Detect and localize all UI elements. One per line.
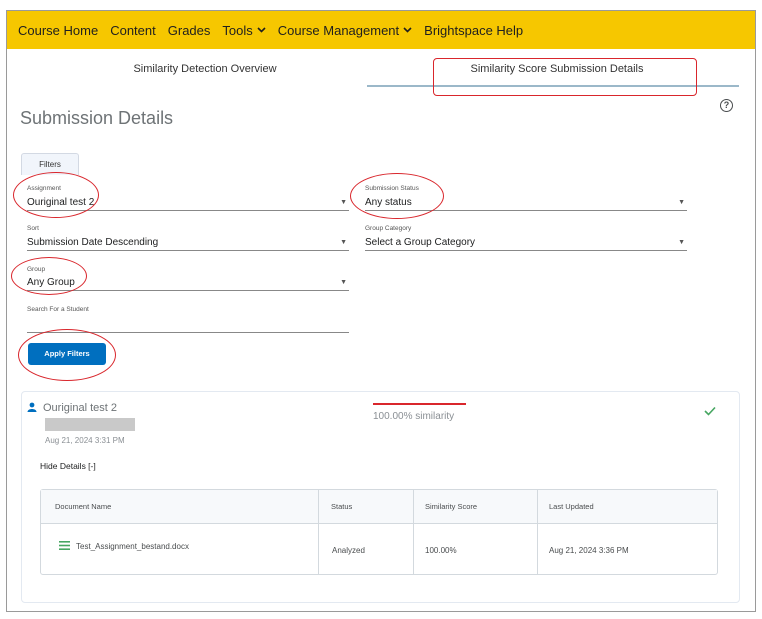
similarity-percentage: 100.00% similarity bbox=[373, 411, 455, 422]
header-document-name: Document Name bbox=[55, 502, 112, 511]
table-row: Test_Assignment_bestand.docx bbox=[59, 541, 189, 552]
page-title: Submission Details bbox=[20, 108, 174, 128]
sort-select[interactable]: Submission Date Descending ▼ bbox=[27, 235, 349, 251]
app-frame: Course Home Content Grades Tools Course … bbox=[6, 10, 756, 612]
document-similarity-score: 100.00% bbox=[425, 546, 457, 555]
nav-label: Course Management bbox=[277, 22, 400, 38]
nav-grades[interactable]: Grades bbox=[168, 23, 211, 38]
header-status: Status bbox=[331, 502, 353, 511]
document-link[interactable]: Test_Assignment_bestand.docx bbox=[59, 541, 189, 552]
student-name[interactable]: Ouriginal test 2 bbox=[43, 402, 117, 414]
header-last-updated: Last Updated bbox=[549, 502, 594, 511]
caret-down-icon: ▼ bbox=[340, 239, 347, 246]
table-header bbox=[41, 490, 717, 524]
search-student-label: Search For a Student bbox=[27, 306, 89, 313]
header-similarity-score: Similarity Score bbox=[425, 502, 478, 511]
similarity-bar bbox=[373, 403, 466, 405]
document-status: Analyzed bbox=[332, 546, 365, 555]
check-icon bbox=[704, 403, 716, 421]
nav-course-home[interactable]: Course Home bbox=[18, 23, 98, 38]
redacted-info bbox=[45, 418, 135, 431]
document-last-updated: Aug 21, 2024 3:36 PM bbox=[549, 546, 629, 555]
document-lines-icon bbox=[59, 541, 70, 552]
column-divider bbox=[318, 490, 319, 574]
course-navbar: Course Home Content Grades Tools Course … bbox=[7, 11, 755, 49]
annotation-highlight-tab bbox=[433, 58, 697, 96]
documents-table: Document Name Status Similarity Score La… bbox=[40, 489, 718, 575]
user-icon bbox=[27, 399, 37, 417]
nav-course-management[interactable]: Course Management bbox=[278, 23, 412, 38]
nav-brightspace-help[interactable]: Brightspace Help bbox=[424, 23, 523, 38]
sort-value: Submission Date Descending bbox=[27, 237, 159, 248]
annotation-circle-status bbox=[350, 173, 444, 219]
document-name: Test_Assignment_bestand.docx bbox=[76, 542, 189, 551]
submission-date: Aug 21, 2024 3:31 PM bbox=[45, 436, 125, 445]
annotation-circle-group bbox=[11, 257, 87, 295]
sort-label: Sort bbox=[27, 225, 39, 232]
caret-down-icon: ▼ bbox=[678, 199, 685, 206]
nav-content[interactable]: Content bbox=[110, 23, 156, 38]
group-category-value: Select a Group Category bbox=[365, 237, 476, 248]
caret-down-icon: ▼ bbox=[678, 239, 685, 246]
group-category-label: Group Category bbox=[365, 225, 412, 232]
nav-label: Grades bbox=[167, 22, 211, 38]
chevron-down-icon bbox=[257, 27, 266, 33]
annotation-circle-assignment bbox=[13, 172, 99, 218]
caret-down-icon: ▼ bbox=[340, 279, 347, 286]
nav-label: Content bbox=[110, 22, 156, 38]
nav-label: Course Home bbox=[18, 22, 99, 38]
nav-tools[interactable]: Tools bbox=[222, 22, 266, 38]
caret-down-icon: ▼ bbox=[340, 199, 347, 206]
annotation-circle-apply bbox=[18, 329, 116, 381]
student-row: Ouriginal test 2 bbox=[27, 399, 117, 417]
column-divider bbox=[537, 490, 538, 574]
nav-label: Tools bbox=[222, 22, 253, 38]
chevron-down-icon bbox=[403, 27, 412, 33]
help-icon[interactable]: ? bbox=[720, 99, 733, 112]
nav-label: Brightspace Help bbox=[424, 22, 524, 38]
group-category-select[interactable]: Select a Group Category ▼ bbox=[365, 235, 687, 251]
hide-details-link[interactable]: Hide Details [-] bbox=[40, 461, 96, 471]
column-divider bbox=[413, 490, 414, 574]
tab-similarity-detection-overview[interactable]: Similarity Detection Overview bbox=[125, 63, 285, 75]
